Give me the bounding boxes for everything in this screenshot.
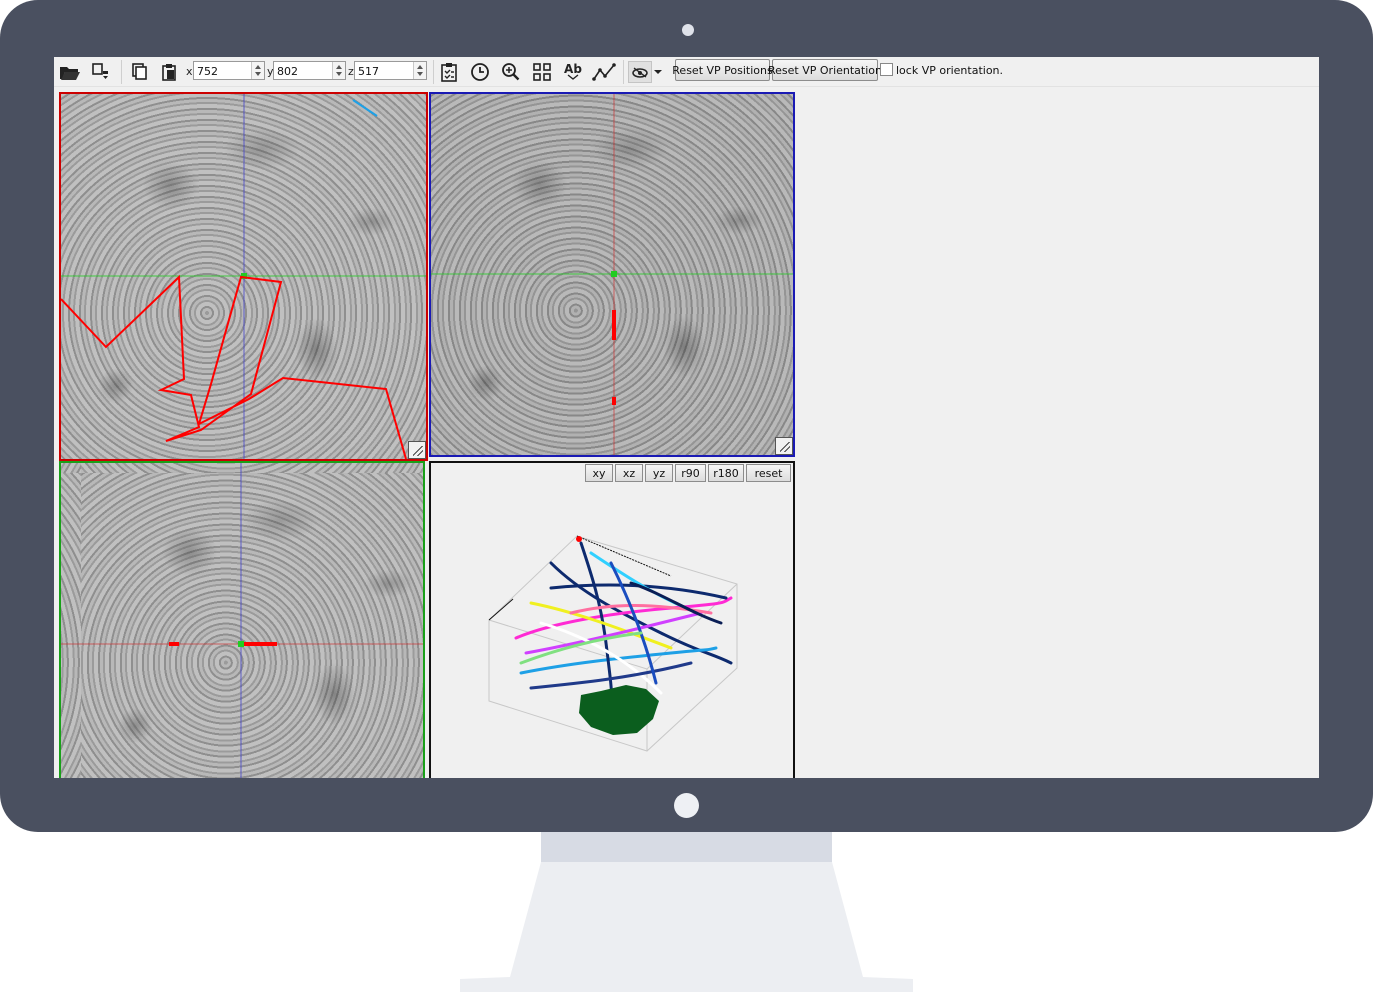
z-coordinate-value: 517 (358, 65, 379, 78)
z-coordinate-input[interactable]: 517 (354, 61, 427, 80)
app-window: x 752 y 802 z 517 Ab Reset VP Positions … (54, 57, 1319, 778)
toolbar: x 752 y 802 z 517 Ab Reset VP Positions … (54, 57, 1319, 87)
lock-vp-orientation-label: lock VP orientation. (896, 64, 1004, 77)
xy-resize-handle-icon[interactable] (408, 441, 426, 459)
z-spin-arrows-icon[interactable] (413, 62, 426, 79)
y-spin-arrows-icon[interactable] (332, 62, 345, 79)
z-label: z (348, 65, 354, 78)
y-coordinate-value: 802 (277, 65, 298, 78)
reset-vp-positions-button[interactable]: Reset VP Positions (672, 59, 773, 81)
skeleton-path-icon[interactable] (592, 61, 616, 83)
task-clipboard-icon[interactable] (437, 61, 461, 83)
text-tool-label: Ab (564, 62, 582, 76)
viewport-xy[interactable] (59, 92, 428, 461)
grid-icon[interactable] (530, 61, 554, 83)
y-coordinate-input[interactable]: 802 (273, 61, 346, 80)
yz-overlay (61, 463, 423, 778)
viewport-3d[interactable]: xy xz yz r90 r180 reset (429, 461, 795, 778)
x-label: x (186, 65, 193, 78)
xz-resize-handle-icon[interactable] (775, 437, 793, 455)
xy-overlay (61, 94, 426, 459)
open-folder-icon[interactable] (58, 61, 82, 83)
lock-vp-orientation-checkbox[interactable] (880, 63, 893, 76)
zoom-icon[interactable] (499, 61, 523, 83)
dropdown-arrow-icon[interactable] (652, 61, 664, 83)
monitor-bezel: x 752 y 802 z 517 Ab Reset VP Positions … (0, 0, 1373, 832)
eye-toggle-icon[interactable] (628, 61, 652, 83)
reset-vp-orientation-button[interactable]: Reset VP Orientation (768, 59, 882, 81)
copy-icon[interactable] (127, 61, 151, 83)
monitor-neck (541, 832, 832, 863)
viewport-yz[interactable] (59, 461, 425, 778)
paste-icon[interactable] (157, 61, 181, 83)
x-coordinate-input[interactable]: 752 (193, 61, 265, 80)
save-dropdown-icon[interactable] (89, 61, 113, 83)
xz-overlay (431, 94, 793, 455)
x-coordinate-value: 752 (197, 65, 218, 78)
monitor-stand (460, 862, 913, 992)
skeleton-3d-render (488, 535, 738, 752)
x-spin-arrows-icon[interactable] (251, 62, 264, 79)
viewport-xz[interactable] (429, 92, 795, 457)
monitor-home-button (674, 793, 699, 818)
text-icon[interactable]: Ab (561, 61, 585, 83)
camera-dot (682, 24, 694, 36)
clock-icon[interactable] (468, 61, 492, 83)
